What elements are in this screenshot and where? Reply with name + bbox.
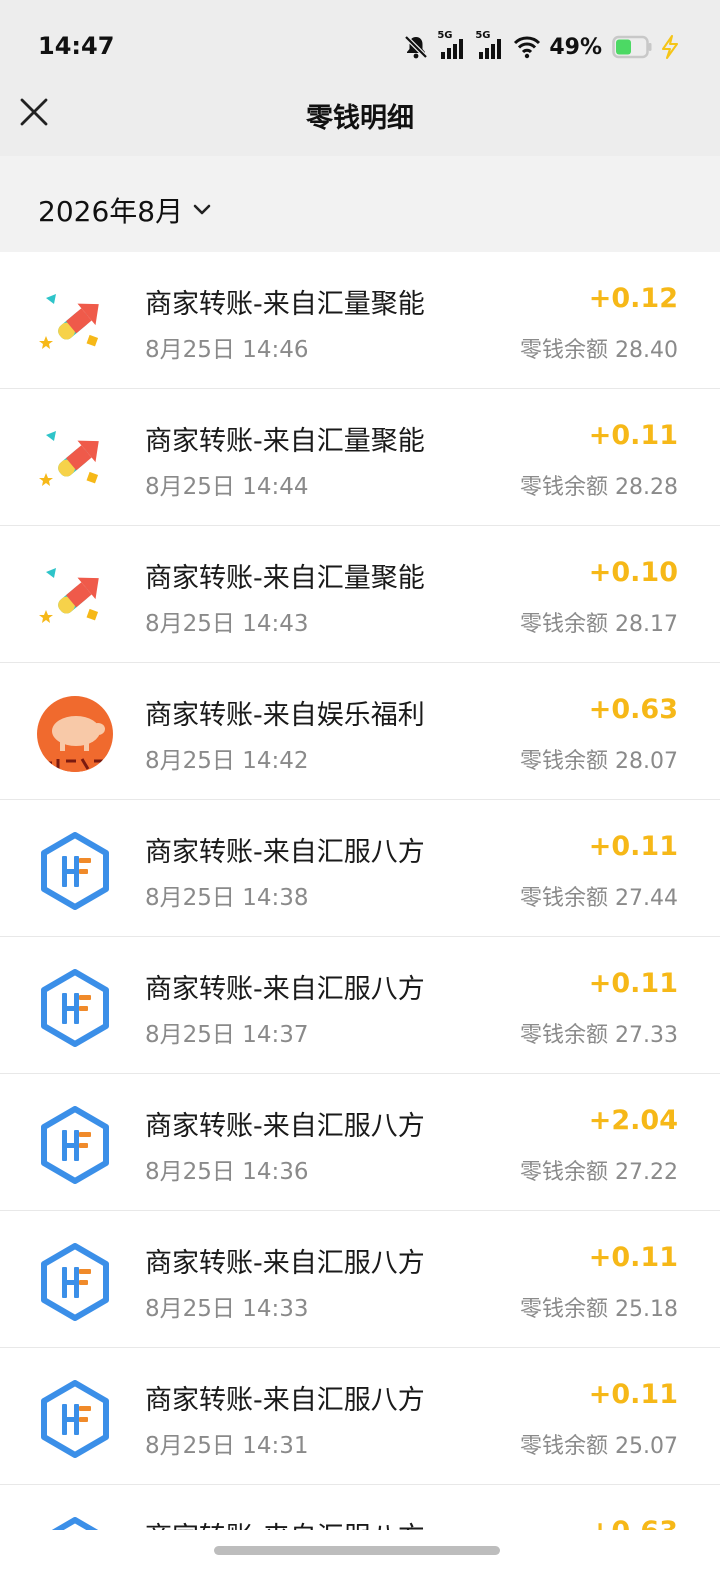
battery-icon: [612, 35, 652, 59]
transaction-amount: +0.63: [588, 694, 678, 725]
chevron-down-icon: [193, 204, 211, 215]
transaction-title: 商家转账-来自汇量聚能: [145, 289, 425, 320]
transaction-amount: +0.63: [589, 1516, 678, 1530]
wifi-icon: [513, 35, 541, 59]
rocket-arrow-icon: [36, 421, 114, 499]
hf-hexagon-icon: [36, 832, 114, 910]
hf-hexagon-icon: [36, 1106, 114, 1184]
transaction-balance: 零钱余额 28.07: [520, 749, 678, 774]
transaction-row[interactable]: 商家转账-来自汇服八方 8月25日 14:36 +2.04 零钱余额 27.22: [0, 1074, 720, 1211]
transaction-balance: 零钱余额 27.22: [520, 1160, 678, 1185]
transaction-row[interactable]: 商家转账-来自汇服八方 8月25日 14:38 +0.11 零钱余额 27.44: [0, 800, 720, 937]
transaction-row[interactable]: 商家转账-来自汇服八方 8月25日 14:37 +0.11 零钱余额 27.33: [0, 937, 720, 1074]
transaction-title: 商家转账-来自汇服八方: [145, 1385, 425, 1416]
transaction-title: 商家转账-来自汇量聚能: [145, 563, 425, 594]
transaction-balance: 零钱余额 27.44: [520, 886, 678, 911]
transaction-title: 商家转账-来自汇服八方: [145, 1111, 425, 1142]
hf-hexagon-icon: [36, 1380, 114, 1458]
pig-logo-icon: [36, 695, 114, 773]
transaction-balance: 零钱余额 27.33: [520, 1023, 678, 1048]
rocket-arrow-icon: [36, 284, 114, 362]
transaction-amount: +0.11: [588, 1379, 678, 1410]
mute-bell-icon: [403, 34, 429, 60]
transaction-time: 8月25日 14:44: [145, 474, 309, 500]
transaction-amount: +0.11: [588, 1242, 678, 1273]
transaction-title: 商家转账-来自汇服八方: [145, 1515, 425, 1530]
transaction-amount: +0.12: [588, 283, 678, 314]
battery-percent: 49%: [549, 34, 602, 60]
transaction-time: 8月25日 14:36: [145, 1159, 309, 1185]
hf-hexagon-icon: [36, 1243, 114, 1321]
top-area: 14:47 5G 5G 49% 零钱明细: [0, 0, 720, 156]
transaction-balance: 零钱余额 25.07: [520, 1434, 678, 1459]
transaction-row[interactable]: 商家转账-来自汇量聚能 8月25日 14:43 +0.10 零钱余额 28.17: [0, 526, 720, 663]
charging-bolt-icon: [660, 35, 680, 59]
transaction-row[interactable]: 商家转账-来自汇量聚能 8月25日 14:44 +0.11 零钱余额 28.28: [0, 389, 720, 526]
transaction-time: 8月25日 14:31: [145, 1433, 309, 1459]
transaction-amount: +0.11: [588, 968, 678, 999]
transaction-row[interactable]: 商家转账-来自汇量聚能 8月25日 14:46 +0.12 零钱余额 28.40: [0, 252, 720, 389]
month-picker[interactable]: 2026年8月: [38, 190, 213, 230]
status-bar: 14:47 5G 5G 49%: [0, 0, 720, 96]
transaction-row[interactable]: 商家转账-来自汇服八方 +0.63: [0, 1485, 720, 1530]
page-title: 零钱明细: [306, 103, 414, 134]
navigation-bar: 零钱明细: [0, 92, 720, 156]
status-time: 14:47: [38, 32, 115, 60]
transaction-row[interactable]: 商家转账-来自汇服八方 8月25日 14:31 +0.11 零钱余额 25.07: [0, 1348, 720, 1485]
transaction-title: 商家转账-来自汇服八方: [145, 837, 425, 868]
home-indicator[interactable]: [214, 1546, 500, 1555]
transaction-list: 商家转账-来自汇量聚能 8月25日 14:46 +0.12 零钱余额 28.40 商家…: [0, 252, 720, 1530]
hf-hexagon-icon: [36, 1517, 114, 1530]
transaction-time: 8月25日 14:38: [145, 885, 309, 911]
transaction-amount: +0.11: [588, 831, 678, 862]
transaction-row[interactable]: 商家转账-来自娱乐福利 8月25日 14:42 +0.63 零钱余额 28.07: [0, 663, 720, 800]
transaction-row[interactable]: 商家转账-来自汇服八方 8月25日 14:33 +0.11 零钱余额 25.18: [0, 1211, 720, 1348]
month-label: 2026年8月: [38, 195, 184, 228]
transaction-amount: +0.10: [588, 557, 678, 588]
transaction-time: 8月25日 14:46: [145, 337, 309, 363]
transaction-balance: 零钱余额 25.18: [520, 1297, 678, 1322]
signal-5g-icon-2: 5G: [475, 30, 505, 61]
transaction-title: 商家转账-来自娱乐福利: [145, 700, 425, 731]
transaction-time: 8月25日 14:37: [145, 1022, 309, 1048]
transaction-title: 商家转账-来自汇服八方: [145, 974, 425, 1005]
transaction-time: 8月25日 14:33: [145, 1296, 309, 1322]
rocket-arrow-icon: [36, 558, 114, 636]
transaction-balance: 零钱余额 28.40: [520, 338, 678, 363]
signal-5g-icon: 5G: [437, 30, 467, 61]
transaction-time: 8月25日 14:42: [145, 748, 309, 774]
transaction-title: 商家转账-来自汇服八方: [145, 1248, 425, 1279]
transaction-title: 商家转账-来自汇量聚能: [145, 426, 425, 457]
transaction-balance: 零钱余额 28.17: [520, 612, 678, 637]
hf-hexagon-icon: [36, 969, 114, 1047]
status-icons: 5G 5G 49%: [403, 30, 680, 64]
transaction-amount: +0.11: [588, 420, 678, 451]
transaction-balance: 零钱余额 28.28: [520, 475, 678, 500]
transaction-amount: +2.04: [588, 1105, 678, 1136]
month-filter-bar: 2026年8月: [0, 156, 720, 252]
transaction-time: 8月25日 14:43: [145, 611, 309, 637]
